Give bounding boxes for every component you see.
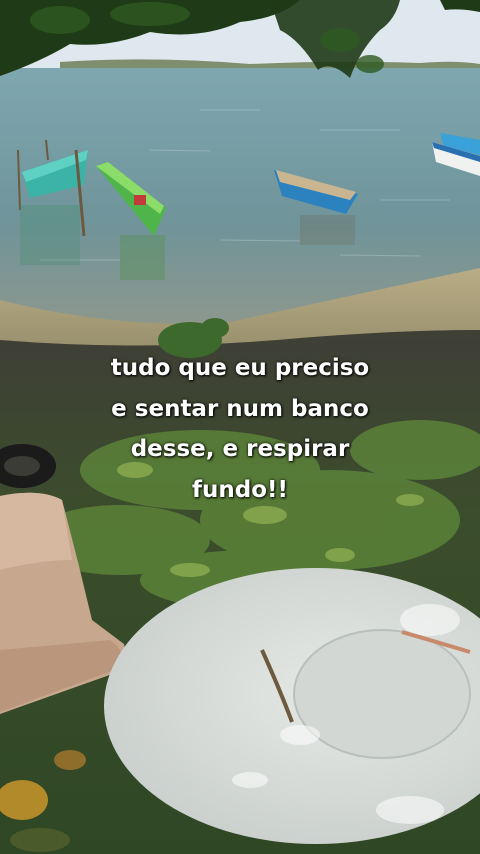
caption-line-4: fundo!!	[192, 476, 288, 503]
caption-line-3: desse, e respirar	[130, 436, 350, 462]
photo-scene: tudo que eu preciso e sentar num banco d…	[0, 0, 480, 854]
overlay-caption: tudo que eu preciso e sentar num banco d…	[0, 348, 480, 510]
caption-line-1: tudo que eu preciso	[110, 355, 370, 381]
caption-line-2: e sentar num banco	[111, 395, 369, 422]
